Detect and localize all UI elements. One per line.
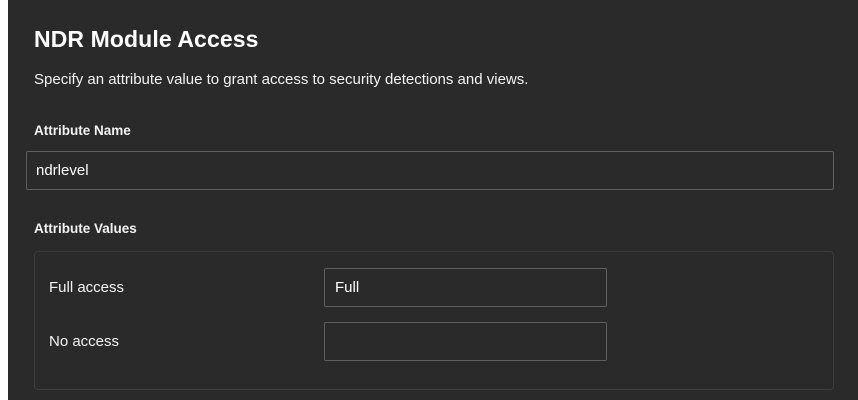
- ndr-module-access-panel: NDR Module Access Specify an attribute v…: [8, 0, 858, 400]
- attribute-name-input[interactable]: [26, 151, 834, 190]
- no-access-label: No access: [49, 333, 120, 350]
- section-description: Specify an attribute value to grant acce…: [34, 71, 529, 88]
- attribute-name-label: Attribute Name: [34, 123, 131, 138]
- attribute-values-group: Full access No access: [34, 251, 834, 390]
- full-access-label: Full access: [49, 279, 125, 296]
- full-access-input[interactable]: [324, 268, 607, 307]
- attribute-values-label: Attribute Values: [34, 221, 137, 236]
- section-title: NDR Module Access: [34, 26, 259, 52]
- no-access-input[interactable]: [324, 322, 607, 361]
